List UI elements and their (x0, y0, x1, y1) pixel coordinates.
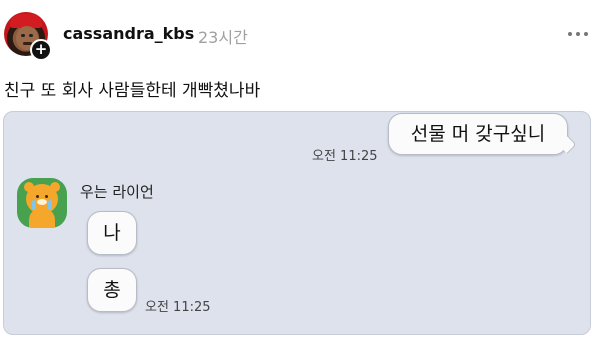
my-message-bubble: 선물 머 갖구싶니 (388, 113, 568, 155)
friend-message-bubble: 나 (87, 211, 137, 255)
username[interactable]: cassandra_kbs (63, 24, 194, 43)
post-timestamp: 23시간 (198, 28, 248, 47)
my-message-time: 오전 11:25 (312, 149, 378, 164)
chat-screenshot-image: 선물 머 갖구싶니 오전 11:25 우는 라이언 나 총 오전 11:25 (3, 111, 591, 335)
post-text: 친구 또 회사 사람들한테 개빡쳤나바 (4, 81, 261, 101)
profile-avatar[interactable]: + (4, 12, 52, 61)
friend-message-bubble: 총 (87, 268, 137, 312)
friend-name: 우는 라이언 (80, 183, 154, 201)
friend-message-time: 오전 11:25 (145, 300, 211, 315)
post-header: + cassandra_kbs 23시간 (0, 0, 605, 72)
crying-lion-icon (17, 178, 67, 228)
follow-plus-icon[interactable]: + (30, 39, 52, 61)
more-options-icon[interactable] (568, 28, 592, 40)
